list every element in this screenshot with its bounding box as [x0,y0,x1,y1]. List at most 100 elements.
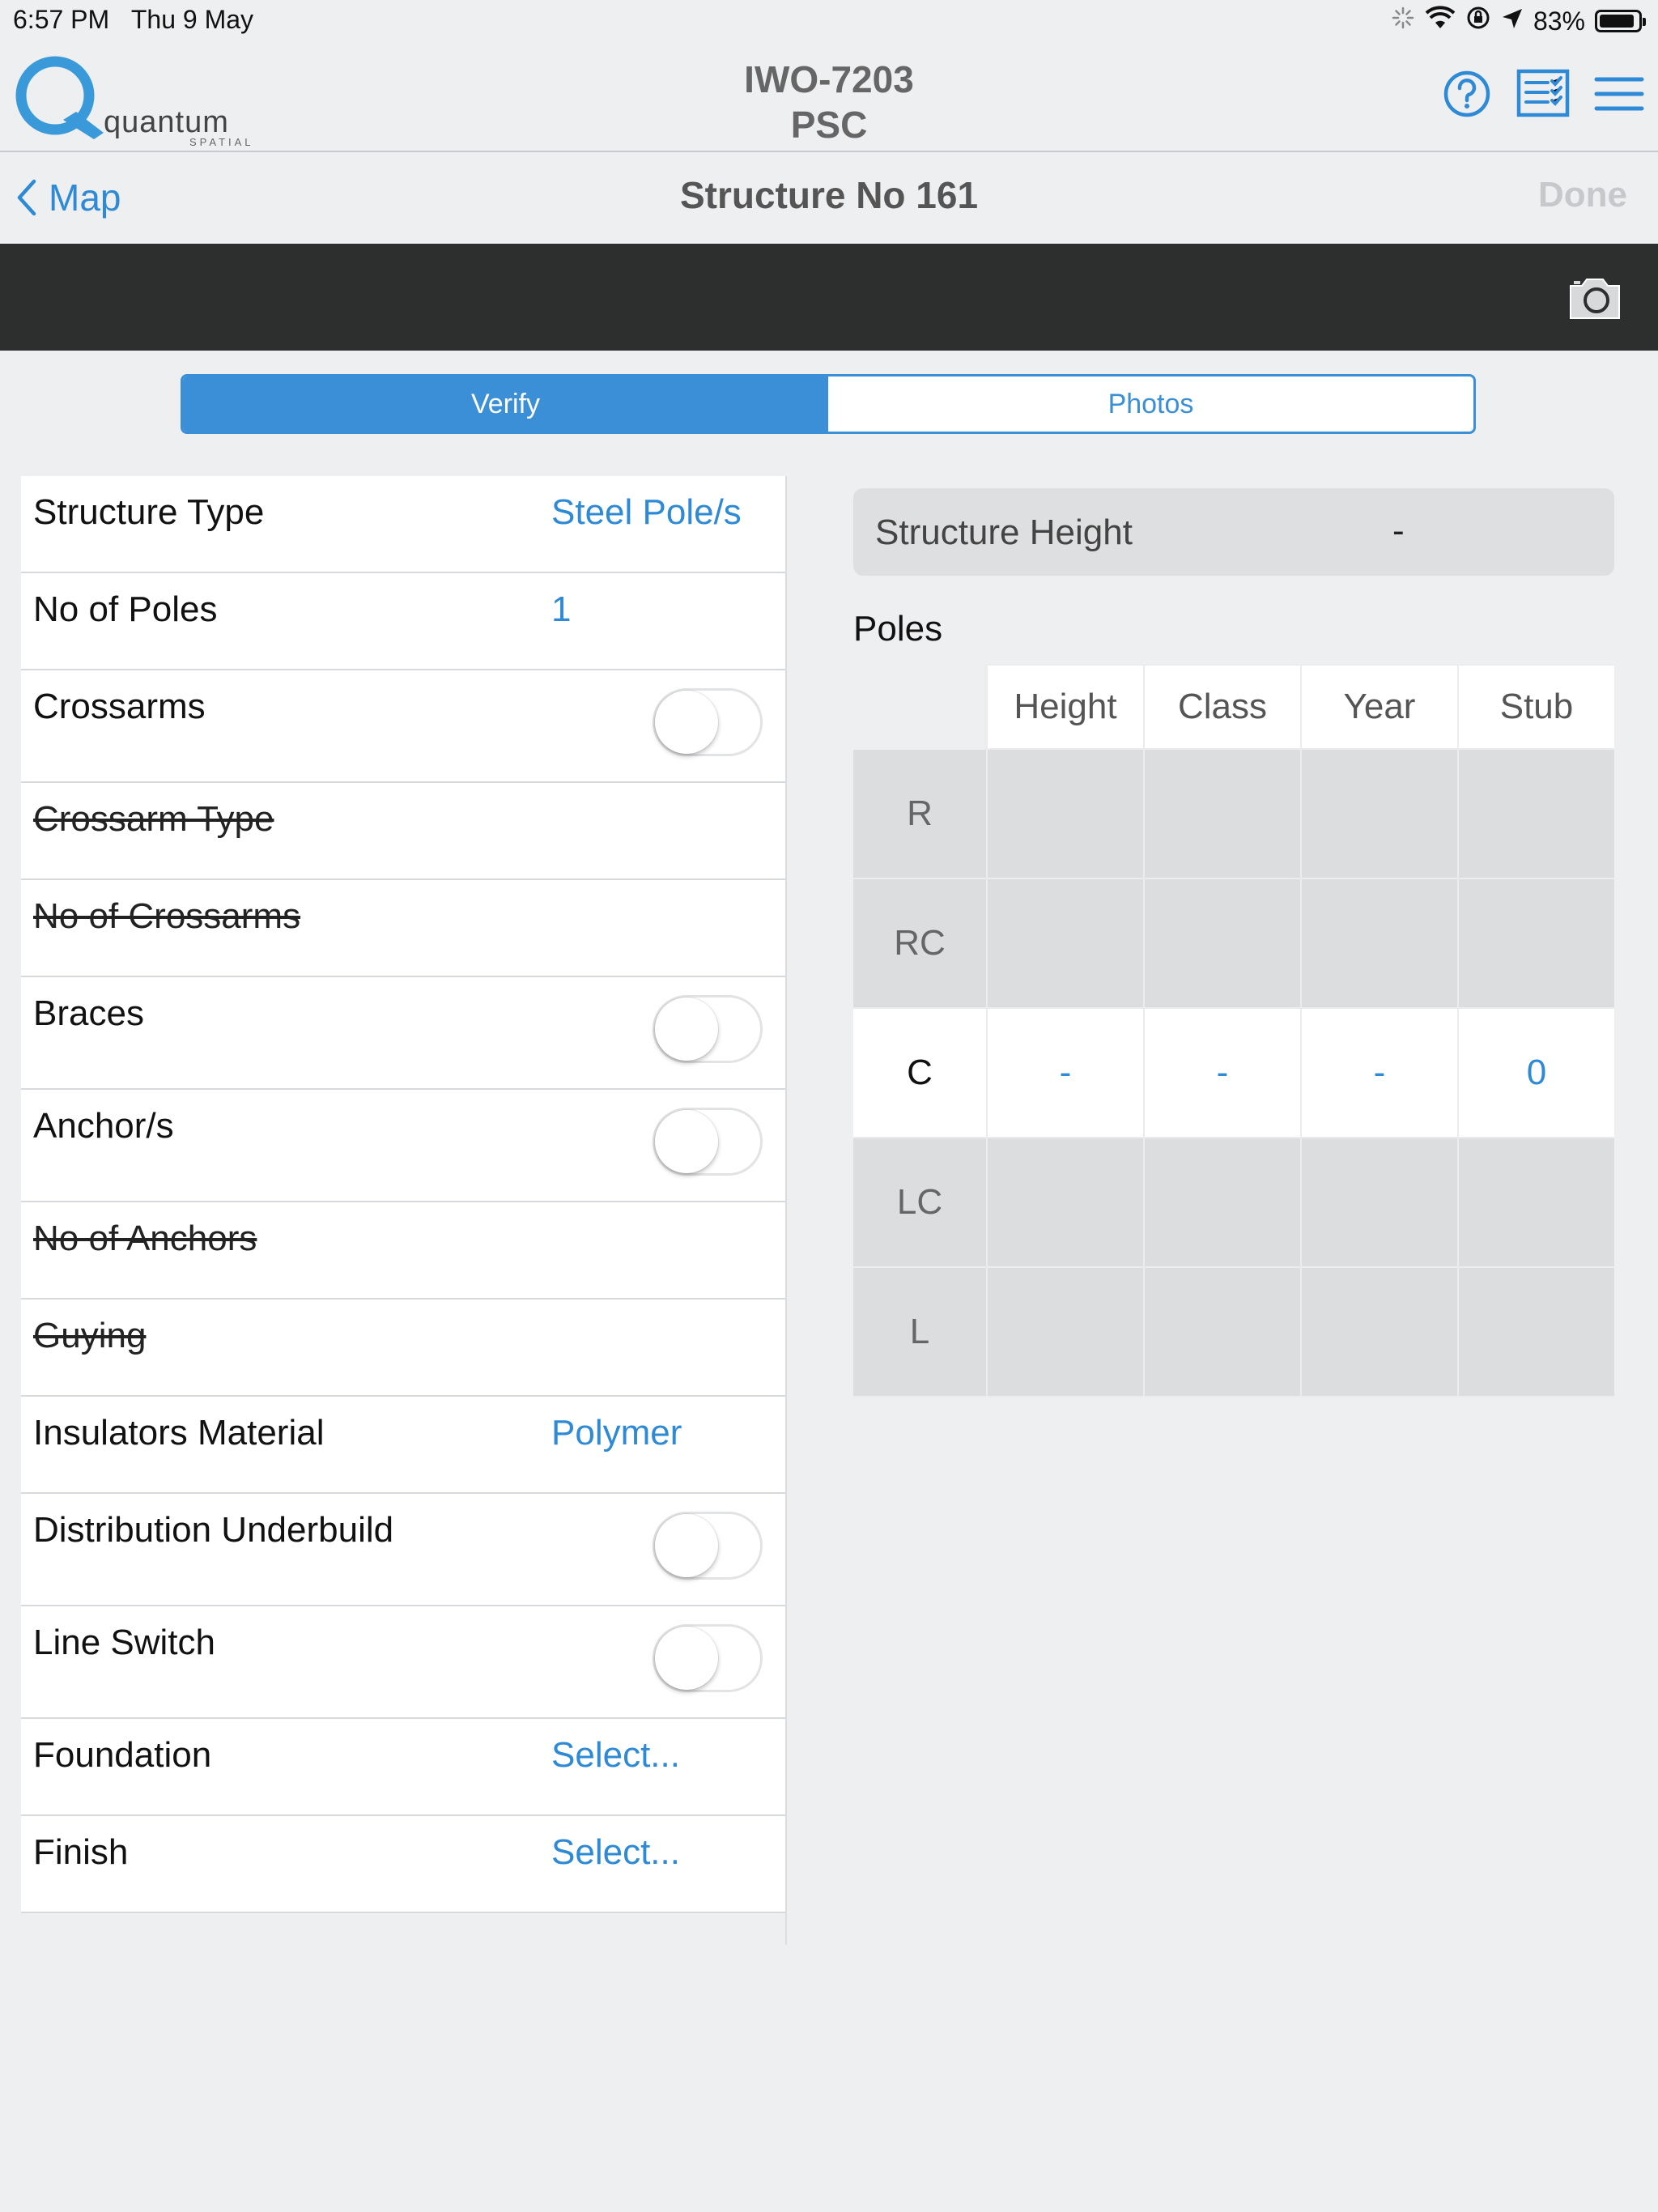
field-no-of-anchors: No of Anchors [21,1202,785,1300]
field-value[interactable]: Select... [551,1735,680,1776]
crossarms-toggle[interactable] [653,688,763,756]
done-button[interactable]: Done [1538,175,1627,215]
field-braces: Braces [21,977,785,1090]
field-insulators-material[interactable]: Insulators Material Polymer [21,1397,785,1494]
pole-cell-stub [1457,1138,1614,1268]
status-icons: 83% [1391,5,1646,37]
project-id: IWO-7203 [744,58,914,100]
structure-height-field[interactable]: Structure Height - [853,488,1614,576]
structure-height-value: - [1392,511,1405,551]
pole-cell-class[interactable]: - [1143,1009,1300,1138]
field-label: Guying [33,1316,147,1355]
grid-corner [853,664,986,750]
pole-cell-height [986,879,1143,1009]
field-value[interactable]: 1 [551,589,571,630]
field-label: Crossarm Type [33,799,274,839]
field-label: Insulators Material [33,1413,325,1453]
structure-height-label: Structure Height [875,513,1133,552]
tab-verify[interactable]: Verify [183,376,828,432]
pole-cell-year [1300,879,1457,1009]
field-value[interactable]: Steel Pole/s [551,492,742,533]
braces-toggle[interactable] [653,995,763,1063]
field-label: Line Switch [33,1623,216,1662]
field-label: Braces [33,993,144,1033]
project-type: PSC [790,104,868,146]
photo-toolbar [0,244,1658,351]
activity-icon [1391,6,1415,36]
column-header-height: Height [986,664,1143,750]
help-icon[interactable] [1439,66,1494,121]
pole-cell-height[interactable]: - [986,1009,1143,1138]
distribution-underbuild-toggle[interactable] [653,1512,763,1580]
line-switch-toggle[interactable] [653,1624,763,1692]
field-label: Structure Type [33,492,265,532]
pole-cell-stub [1457,750,1614,879]
pole-row-label: R [853,750,986,879]
field-distribution-underbuild: Distribution Underbuild [21,1494,785,1606]
field-label: No of Crossarms [33,896,301,936]
pole-cell-stub[interactable]: 0 [1457,1009,1614,1138]
checklist-icon[interactable] [1516,66,1571,121]
field-label: Distribution Underbuild [33,1510,394,1550]
status-time: 6:57 PM Thu 9 May [13,5,254,34]
field-no-of-poles[interactable]: No of Poles 1 [21,573,785,670]
pole-cell-class [1143,1268,1300,1397]
project-title: IWO-7203 PSC [0,57,1658,147]
anchors-toggle[interactable] [653,1108,763,1176]
pole-cell-year[interactable]: - [1300,1009,1457,1138]
pole-cell-class [1143,1138,1300,1268]
pole-row-l: L [853,1268,1614,1397]
status-date: Thu 9 May [130,5,254,34]
field-foundation[interactable]: Foundation Select... [21,1719,785,1816]
pole-cell-stub [1457,1268,1614,1397]
location-icon [1501,6,1524,36]
pole-cell-height [986,1268,1143,1397]
column-header-year: Year [1300,664,1457,750]
wifi-icon [1425,6,1456,36]
field-label: Finish [33,1832,129,1872]
field-label: Foundation [33,1735,212,1775]
pole-row-label: LC [853,1138,986,1268]
pole-cell-height [986,750,1143,879]
pole-row-r: R [853,750,1614,879]
battery-icon [1595,10,1646,32]
battery-percent: 83% [1533,6,1585,36]
pole-row-label: L [853,1268,986,1397]
status-bar: 6:57 PM Thu 9 May 83% [0,0,1658,44]
menu-icon[interactable] [1592,66,1647,121]
field-structure-type[interactable]: Structure Type Steel Pole/s [21,476,785,573]
pole-cell-stub [1457,879,1614,1009]
pole-cell-year [1300,1268,1457,1397]
field-no-of-crossarms: No of Crossarms [21,880,785,977]
field-label: Crossarms [33,687,206,726]
field-finish[interactable]: Finish Select... [21,1816,785,1913]
pole-cell-height [986,1138,1143,1268]
field-value[interactable]: Polymer [551,1413,682,1453]
tab-photos[interactable]: Photos [828,376,1473,432]
pole-cell-class [1143,879,1300,1009]
pole-row-label: C [853,1009,986,1138]
pole-cell-class [1143,750,1300,879]
pole-row-c: C - - - 0 [853,1009,1614,1138]
app-header: quantum SPATIAL IWO-7203 PSC [0,44,1658,152]
structure-title: Structure No 161 [679,174,979,216]
field-label: Anchor/s [33,1106,174,1146]
camera-icon[interactable] [1567,274,1622,321]
pole-cell-year [1300,1138,1457,1268]
pole-cell-year [1300,750,1457,879]
field-line-switch: Line Switch [21,1606,785,1719]
field-value[interactable]: Select... [551,1832,680,1873]
structure-fields-list: Structure Type Steel Pole/s No of Poles … [21,476,785,1913]
poles-grid-header: Height Class Year Stub [853,664,1614,750]
nav-bar: Map Structure No 161 Done [0,152,1658,243]
view-segmented-control: Verify Photos [181,374,1476,434]
rotation-lock-icon [1465,5,1491,37]
field-crossarm-type: Crossarm Type [21,783,785,880]
pole-row-rc: RC [853,879,1614,1009]
column-header-stub: Stub [1457,664,1614,750]
pole-row-label: RC [853,879,986,1009]
field-label: No of Anchors [33,1219,257,1258]
field-guying: Guying [21,1300,785,1397]
column-header-class: Class [1143,664,1300,750]
field-label: No of Poles [33,589,218,629]
